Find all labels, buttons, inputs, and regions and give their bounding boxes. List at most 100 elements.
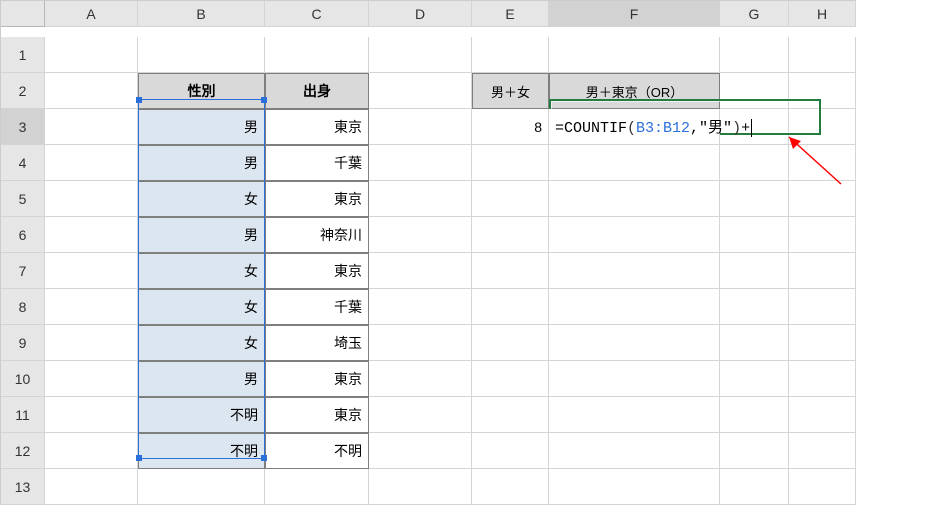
cell-H5[interactable]	[789, 181, 856, 217]
cell-H13[interactable]	[789, 469, 856, 505]
row-header-13[interactable]: 13	[1, 469, 45, 505]
cell-E1[interactable]	[472, 37, 549, 73]
cell-E8[interactable]	[472, 289, 549, 325]
cell-B10[interactable]: 男	[138, 361, 265, 397]
cell-C6[interactable]: 神奈川	[265, 217, 369, 253]
cell-B3[interactable]: 男	[138, 109, 265, 145]
row-header-9[interactable]: 9	[1, 325, 45, 361]
col-header-B[interactable]: B	[138, 1, 265, 27]
cell-B7[interactable]: 女	[138, 253, 265, 289]
cell-B4[interactable]: 男	[138, 145, 265, 181]
col-header-E[interactable]: E	[472, 1, 549, 27]
cell-B13[interactable]	[138, 469, 265, 505]
cell-A1[interactable]	[45, 37, 138, 73]
cell-C12[interactable]: 不明	[265, 433, 369, 469]
row-header-3[interactable]: 3	[1, 109, 45, 145]
cell-E6[interactable]	[472, 217, 549, 253]
cell-G9[interactable]	[720, 325, 789, 361]
cell-D8[interactable]	[369, 289, 472, 325]
cell-A4[interactable]	[45, 145, 138, 181]
col-header-A[interactable]: A	[45, 1, 138, 27]
cell-F10[interactable]	[549, 361, 720, 397]
cell-A12[interactable]	[45, 433, 138, 469]
row-header-8[interactable]: 8	[1, 289, 45, 325]
cell-A11[interactable]	[45, 397, 138, 433]
cell-G7[interactable]	[720, 253, 789, 289]
cell-A5[interactable]	[45, 181, 138, 217]
row-header-12[interactable]: 12	[1, 433, 45, 469]
cell-H11[interactable]	[789, 397, 856, 433]
cell-H9[interactable]	[789, 325, 856, 361]
cell-D2[interactable]	[369, 73, 472, 109]
header-male-tokyo-or[interactable]: 男＋東京（OR）	[549, 73, 720, 109]
header-origin[interactable]: 出身	[265, 73, 369, 109]
cell-C13[interactable]	[265, 469, 369, 505]
cell-F6[interactable]	[549, 217, 720, 253]
cell-B5[interactable]: 女	[138, 181, 265, 217]
cell-H3[interactable]	[789, 109, 856, 145]
cell-E3[interactable]: 8	[472, 109, 549, 145]
col-header-F[interactable]: F	[549, 1, 720, 27]
cell-B6[interactable]: 男	[138, 217, 265, 253]
cell-A6[interactable]	[45, 217, 138, 253]
cell-F11[interactable]	[549, 397, 720, 433]
cell-B8[interactable]: 女	[138, 289, 265, 325]
cell-B11[interactable]: 不明	[138, 397, 265, 433]
row-header-7[interactable]: 7	[1, 253, 45, 289]
cell-H1[interactable]	[789, 37, 856, 73]
cell-A13[interactable]	[45, 469, 138, 505]
cell-F5[interactable]	[549, 181, 720, 217]
cell-H6[interactable]	[789, 217, 856, 253]
row-header-11[interactable]: 11	[1, 397, 45, 433]
cell-D12[interactable]	[369, 433, 472, 469]
cell-C9[interactable]: 埼玉	[265, 325, 369, 361]
cell-C10[interactable]: 東京	[265, 361, 369, 397]
select-all-corner[interactable]	[1, 1, 45, 27]
header-gender[interactable]: 性別	[138, 73, 265, 109]
cell-H7[interactable]	[789, 253, 856, 289]
cell-E11[interactable]	[472, 397, 549, 433]
cell-G12[interactable]	[720, 433, 789, 469]
cell-B12[interactable]: 不明	[138, 433, 265, 469]
row-header-10[interactable]: 10	[1, 361, 45, 397]
col-header-D[interactable]: D	[369, 1, 472, 27]
row-header-1[interactable]: 1	[1, 37, 45, 73]
cell-G5[interactable]	[720, 181, 789, 217]
row-header-2[interactable]: 2	[1, 73, 45, 109]
cell-F12[interactable]	[549, 433, 720, 469]
col-header-C[interactable]: C	[265, 1, 369, 27]
spreadsheet-grid[interactable]: A B C D E F G H 1 2 性別 出身 男＋女 男＋東京（OR） 3…	[0, 0, 856, 505]
cell-C7[interactable]: 東京	[265, 253, 369, 289]
cell-G2[interactable]	[720, 73, 789, 109]
cell-B1[interactable]	[138, 37, 265, 73]
cell-H10[interactable]	[789, 361, 856, 397]
cell-E4[interactable]	[472, 145, 549, 181]
col-header-H[interactable]: H	[789, 1, 856, 27]
cell-A10[interactable]	[45, 361, 138, 397]
col-header-G[interactable]: G	[720, 1, 789, 27]
cell-D10[interactable]	[369, 361, 472, 397]
cell-G10[interactable]	[720, 361, 789, 397]
cell-D3[interactable]	[369, 109, 472, 145]
cell-C11[interactable]: 東京	[265, 397, 369, 433]
cell-F9[interactable]	[549, 325, 720, 361]
cell-H8[interactable]	[789, 289, 856, 325]
cell-C4[interactable]: 千葉	[265, 145, 369, 181]
cell-A2[interactable]	[45, 73, 138, 109]
cell-E12[interactable]	[472, 433, 549, 469]
cell-D9[interactable]	[369, 325, 472, 361]
cell-D6[interactable]	[369, 217, 472, 253]
cell-C1[interactable]	[265, 37, 369, 73]
cell-F8[interactable]	[549, 289, 720, 325]
cell-D5[interactable]	[369, 181, 472, 217]
cell-G8[interactable]	[720, 289, 789, 325]
cell-F7[interactable]	[549, 253, 720, 289]
cell-H12[interactable]	[789, 433, 856, 469]
cell-C8[interactable]: 千葉	[265, 289, 369, 325]
cell-G4[interactable]	[720, 145, 789, 181]
cell-H2[interactable]	[789, 73, 856, 109]
cell-A3[interactable]	[45, 109, 138, 145]
cell-D7[interactable]	[369, 253, 472, 289]
cell-E5[interactable]	[472, 181, 549, 217]
row-header-6[interactable]: 6	[1, 217, 45, 253]
